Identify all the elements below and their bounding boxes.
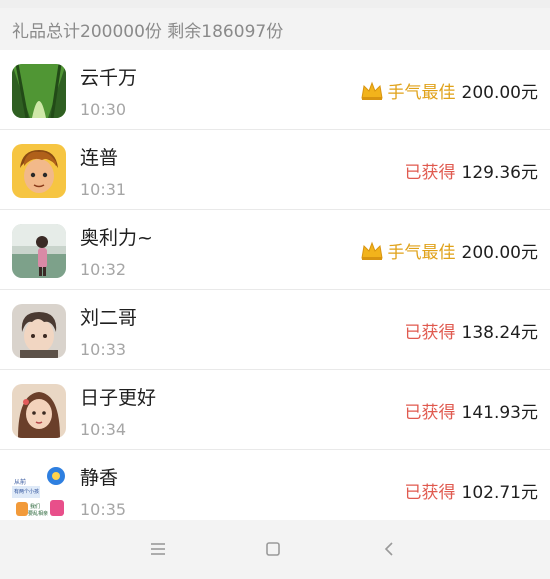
- gift-summary: 礼品总计200000份 剩余186097份: [0, 8, 550, 50]
- status-badge: 已获得: [404, 323, 456, 343]
- avatar[interactable]: 从前 有两个小孩 我们 要乱相亲: [12, 464, 66, 518]
- status-badge: 手气最佳: [387, 243, 456, 263]
- item-time: 10:34: [80, 420, 127, 439]
- avatar-caption-4: 要乱相亲: [28, 510, 48, 517]
- receiver-list: 云千万 10:30 手气最佳 200.00元 连普 10:31 已获得 129.…: [0, 50, 550, 520]
- item-name: 刘二哥: [80, 307, 138, 329]
- crown-icon: [360, 241, 383, 260]
- list-item[interactable]: 从前 有两个小孩 我们 要乱相亲 静香 10:35 已获得 102.71元: [0, 450, 550, 520]
- crown-icon: [360, 81, 383, 100]
- item-time: 10:31: [80, 180, 127, 199]
- status-badge: 已获得: [404, 163, 456, 183]
- avatar-caption-2: 有两个小孩: [14, 488, 39, 495]
- avatar-caption-1: 从前: [14, 478, 26, 486]
- item-name: 日子更好: [80, 387, 157, 409]
- avatar[interactable]: [12, 304, 66, 358]
- item-result: 手气最佳 200.00元: [360, 78, 538, 103]
- back-chevron-icon[interactable]: [372, 532, 406, 566]
- avatar-caption-3: 我们: [30, 503, 40, 510]
- gift-summary-text: 礼品总计200000份 剩余186097份: [12, 21, 284, 42]
- list-item[interactable]: 奥利力~ 10:32 手气最佳 200.00元: [0, 210, 550, 290]
- item-amount: 200.00元: [461, 243, 538, 263]
- item-result: 手气最佳 200.00元: [360, 238, 538, 263]
- list-item[interactable]: 日子更好 10:34 已获得 141.93元: [0, 370, 550, 450]
- list-item[interactable]: 刘二哥 10:33 已获得 138.24元: [0, 290, 550, 370]
- list-item[interactable]: 连普 10:31 已获得 129.36元: [0, 130, 550, 210]
- item-time: 10:32: [80, 260, 127, 279]
- item-amount: 138.24元: [461, 323, 538, 343]
- item-result: 已获得 102.71元: [405, 478, 538, 503]
- item-name: 连普: [80, 147, 119, 169]
- item-amount: 200.00元: [461, 83, 538, 103]
- item-name: 静香: [80, 467, 119, 489]
- avatar[interactable]: [12, 144, 66, 198]
- item-amount: 102.71元: [461, 483, 538, 503]
- status-badge: 已获得: [404, 403, 456, 423]
- item-result: 已获得 141.93元: [405, 398, 538, 423]
- item-name: 奥利力~: [80, 227, 153, 249]
- status-badge: 已获得: [404, 483, 456, 503]
- item-amount: 129.36元: [461, 163, 538, 183]
- item-amount: 141.93元: [461, 403, 538, 423]
- item-time: 10:33: [80, 340, 127, 359]
- menu-icon[interactable]: [141, 532, 175, 566]
- list-item[interactable]: 云千万 10:30 手气最佳 200.00元: [0, 50, 550, 130]
- avatar[interactable]: [12, 224, 66, 278]
- home-square-icon[interactable]: [256, 532, 290, 566]
- item-time: 10:30: [80, 100, 127, 119]
- system-nav-bar: [0, 520, 550, 579]
- item-name: 云千万: [80, 67, 138, 89]
- item-result: 已获得 138.24元: [405, 318, 538, 343]
- item-time: 10:35: [80, 500, 127, 519]
- status-badge: 手气最佳: [387, 83, 456, 103]
- avatar[interactable]: [12, 384, 66, 438]
- item-result: 已获得 129.36元: [405, 158, 538, 183]
- avatar[interactable]: [12, 64, 66, 118]
